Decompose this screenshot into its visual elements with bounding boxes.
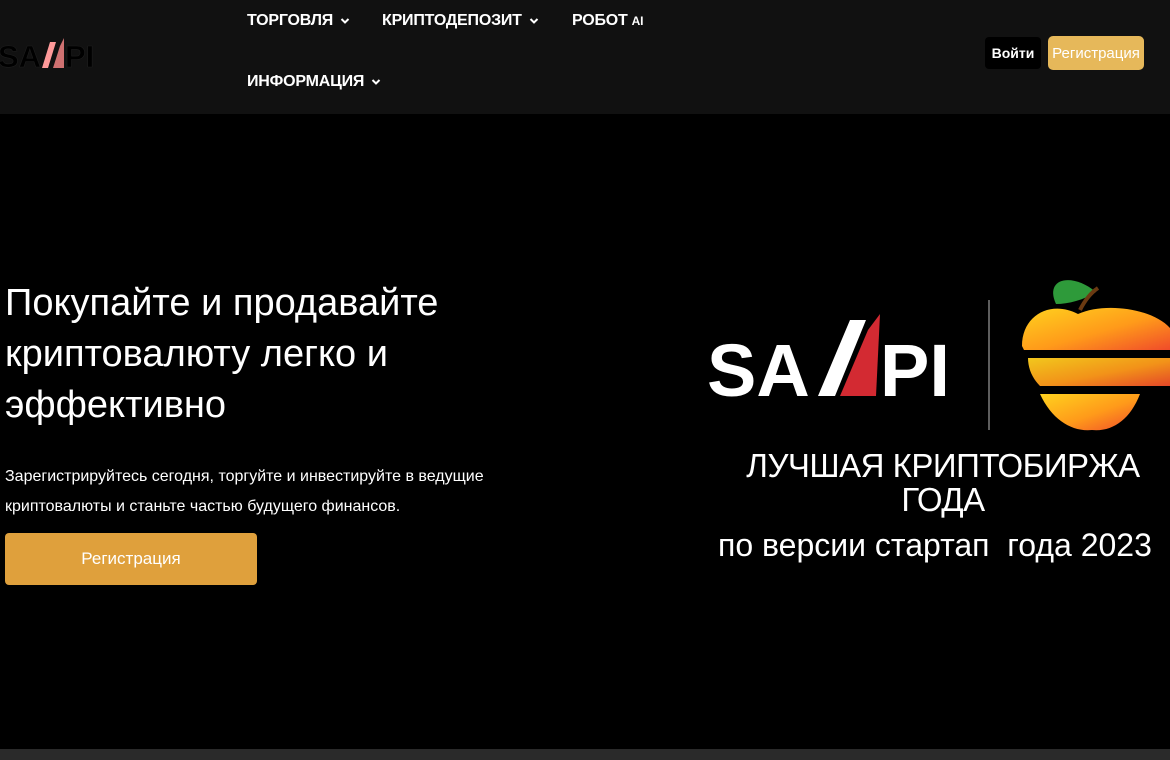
register-button-header[interactable]: Регистрация xyxy=(1048,36,1144,70)
chevron-down-icon xyxy=(340,18,350,24)
sampi-logo[interactable]: SA PI xyxy=(0,34,108,74)
logo-mark xyxy=(42,42,56,68)
chevron-down-icon xyxy=(371,79,381,85)
nav-robot-ai[interactable]: РОБОТ AI xyxy=(572,12,643,30)
nav-robot-ai-suffix: AI xyxy=(631,14,644,28)
chevron-down-icon xyxy=(529,18,538,24)
award-badge: SA PI xyxy=(707,280,1170,431)
award-title: ЛУЧШАЯ КРИПТОБИРЖА ГОДА xyxy=(746,447,1140,518)
nav-cryptodeposit-label: КРИПТОДЕПОЗИТ xyxy=(382,12,522,29)
apple-icon xyxy=(1022,280,1170,431)
nav-robot-label: РОБОТ xyxy=(572,12,628,29)
nav-trading[interactable]: ТОРГОВЛЯ xyxy=(247,12,350,30)
badge-logo-pi: PI xyxy=(880,329,950,412)
logo-text-pi: PI xyxy=(65,39,94,74)
nav-cryptodeposit[interactable]: КРИПТОДЕПОЗИТ xyxy=(382,12,539,30)
login-button[interactable]: Войти xyxy=(985,37,1041,69)
footer-strip xyxy=(0,749,1170,760)
award-subtitle: по версии стартап года 2023 xyxy=(718,527,1152,563)
hero-title: Покупайте и продавайте криптовалюту легк… xyxy=(5,282,439,426)
hero-register-button[interactable]: Регистрация xyxy=(5,533,257,585)
site-header: SA PI ТОРГОВЛЯ КРИПТОДЕПОЗИТ РОБОТ AI ИН… xyxy=(0,0,1170,114)
nav-information-label: ИНФОРМАЦИЯ xyxy=(247,73,365,90)
nav-trading-label: ТОРГОВЛЯ xyxy=(247,12,334,29)
hero-subtitle: Зарегистрируйтесь сегодня, торгуйте и ин… xyxy=(5,468,484,515)
logo-text-sa: SA xyxy=(0,39,41,74)
nav-information[interactable]: ИНФОРМАЦИЯ xyxy=(247,73,381,91)
badge-logo-sa: SA xyxy=(707,329,810,412)
